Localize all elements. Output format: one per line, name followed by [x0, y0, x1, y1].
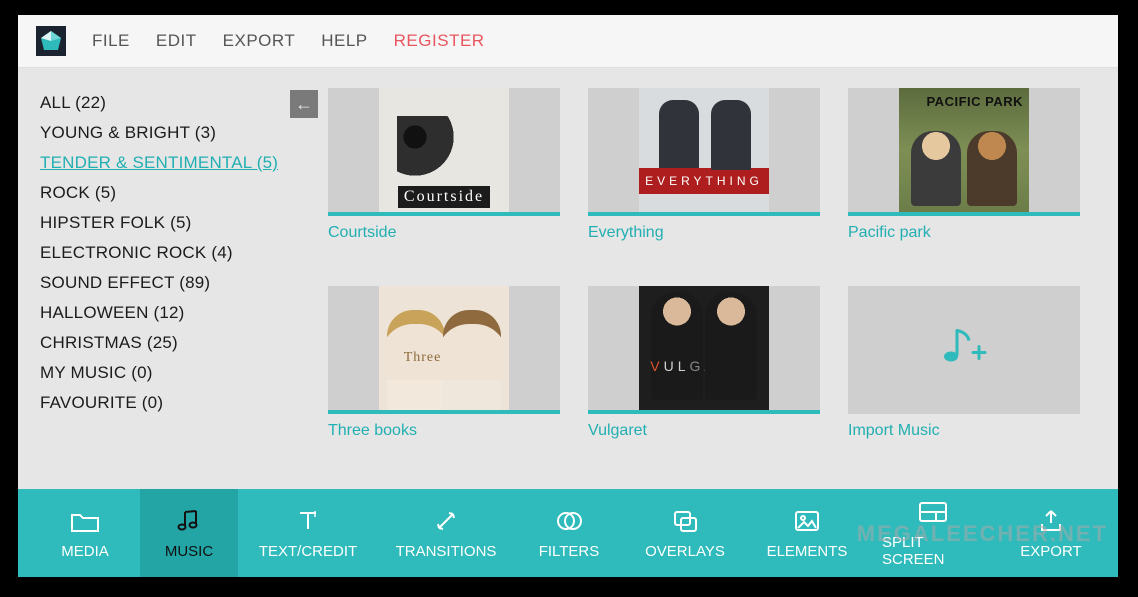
album-art: EVERYTHING [639, 88, 769, 212]
tab-label: OVERLAYS [645, 543, 725, 560]
music-card-courtside[interactable]: Courtside Courtside [328, 88, 560, 268]
album-art-title: Three books [379, 350, 509, 366]
card-title: Three books [328, 422, 560, 440]
album-art: Three books [379, 286, 509, 410]
workspace: ← ALL (22) YOUNG & BRIGHT (3) TENDER & S… [18, 68, 1118, 489]
import-music-card[interactable]: Import Music [848, 286, 1080, 466]
thumbnail: EVERYTHING [588, 88, 820, 216]
category-all[interactable]: ALL (22) [40, 88, 318, 118]
export-icon [1038, 507, 1064, 535]
album-art: Courtside [379, 88, 509, 212]
album-art-title: EVERYTHING [639, 168, 769, 194]
card-title: Everything [588, 224, 820, 242]
menu-help[interactable]: HELP [321, 31, 367, 51]
import-placeholder [848, 286, 1080, 414]
arrow-left-icon: ← [295, 94, 313, 115]
category-sound-effect[interactable]: SOUND EFFECT (89) [40, 268, 318, 298]
card-title: Vulgaret [588, 422, 820, 440]
bottom-tab-bar: MEDIA MUSIC TEXT/CREDIT TRANSITIONS FILT [18, 489, 1118, 577]
tab-label: EXPORT [1020, 543, 1081, 560]
music-card-everything[interactable]: EVERYTHING Everything [588, 88, 820, 268]
tab-label: FILTERS [539, 543, 600, 560]
music-icon [176, 507, 202, 535]
music-plus-icon [937, 321, 991, 380]
tab-music[interactable]: MUSIC [140, 489, 238, 577]
album-art-title: VULGARET [639, 358, 769, 374]
folder-icon [70, 507, 100, 535]
collapse-sidebar-button[interactable]: ← [290, 90, 318, 118]
tab-overlays[interactable]: OVERLAYS [624, 489, 746, 577]
category-favourite[interactable]: FAVOURITE (0) [40, 388, 318, 418]
tab-label: TEXT/CREDIT [259, 543, 357, 560]
thumbnail: PACIFIC PARK [848, 88, 1080, 216]
menu-register[interactable]: REGISTER [394, 31, 485, 51]
category-halloween[interactable]: HALLOWEEN (12) [40, 298, 318, 328]
category-christmas[interactable]: CHRISTMAS (25) [40, 328, 318, 358]
thumbnail: VULGARET [588, 286, 820, 414]
text-icon [295, 507, 321, 535]
transitions-icon [433, 507, 459, 535]
menubar: FILE EDIT EXPORT HELP REGISTER [18, 15, 1118, 68]
album-art-title: PACIFIC PARK [926, 94, 1023, 109]
thumbnail [848, 286, 1080, 414]
tab-split-screen[interactable]: SPLIT SCREEN [868, 489, 998, 577]
music-card-three-books[interactable]: Three books Three books [328, 286, 560, 466]
category-electronic-rock[interactable]: ELECTRONIC ROCK (4) [40, 238, 318, 268]
tab-transitions[interactable]: TRANSITIONS [378, 489, 514, 577]
thumbnail: Courtside [328, 88, 560, 216]
app-window: FILE EDIT EXPORT HELP REGISTER ← ALL (22… [18, 15, 1118, 577]
music-card-vulgaret[interactable]: VULGARET Vulgaret [588, 286, 820, 466]
category-rock[interactable]: ROCK (5) [40, 178, 318, 208]
tab-label: ELEMENTS [767, 543, 848, 560]
thumbnail: Three books [328, 286, 560, 414]
tab-media[interactable]: MEDIA [30, 489, 140, 577]
music-grid: Courtside Courtside EVERYTHING Everythin… [328, 88, 1096, 471]
category-tender-sentimental[interactable]: TENDER & SENTIMENTAL (5) [40, 148, 318, 178]
split-screen-icon [918, 498, 948, 526]
category-sidebar: ← ALL (22) YOUNG & BRIGHT (3) TENDER & S… [40, 88, 318, 471]
tab-label: SPLIT SCREEN [882, 534, 984, 568]
category-my-music[interactable]: MY MUSIC (0) [40, 358, 318, 388]
tab-export[interactable]: EXPORT [998, 489, 1104, 577]
tab-label: TRANSITIONS [396, 543, 497, 560]
card-title: Pacific park [848, 224, 1080, 242]
tab-filters[interactable]: FILTERS [514, 489, 624, 577]
tab-elements[interactable]: ELEMENTS [746, 489, 868, 577]
app-logo-icon [36, 26, 66, 56]
card-title: Courtside [328, 224, 560, 242]
category-hipster-folk[interactable]: HIPSTER FOLK (5) [40, 208, 318, 238]
elements-icon [793, 507, 821, 535]
album-art-title: Courtside [398, 186, 490, 208]
overlays-icon [671, 507, 699, 535]
menu-edit[interactable]: EDIT [156, 31, 197, 51]
tab-label: MEDIA [61, 543, 109, 560]
card-title: Import Music [848, 422, 1080, 440]
menu-export[interactable]: EXPORT [223, 31, 296, 51]
category-young-bright[interactable]: YOUNG & BRIGHT (3) [40, 118, 318, 148]
music-card-pacific-park[interactable]: PACIFIC PARK Pacific park [848, 88, 1080, 268]
tab-text-credit[interactable]: TEXT/CREDIT [238, 489, 378, 577]
menu-file[interactable]: FILE [92, 31, 130, 51]
album-art: PACIFIC PARK [899, 88, 1029, 212]
album-art: VULGARET [639, 286, 769, 410]
tab-label: MUSIC [165, 543, 213, 560]
filters-icon [555, 507, 583, 535]
